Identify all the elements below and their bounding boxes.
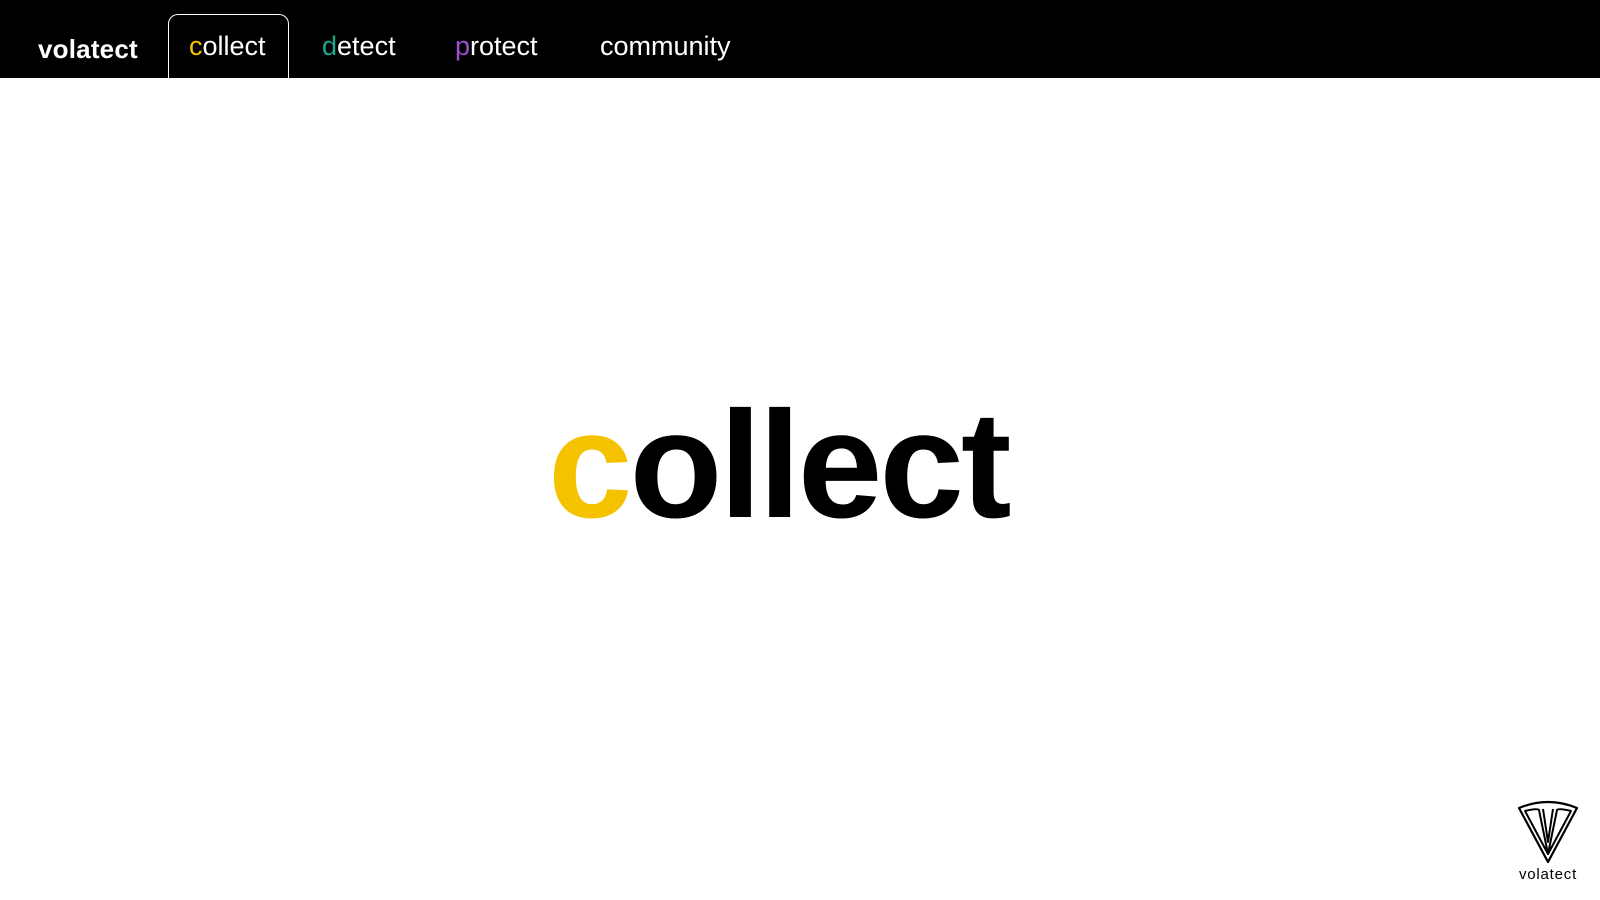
brand-logo-text[interactable]: volatect <box>38 34 138 65</box>
shield-icon <box>1517 800 1579 864</box>
tab-collect-label: ollect <box>202 31 266 61</box>
tab-detect-label: etect <box>337 31 396 61</box>
footer-logo-text: volatect <box>1518 866 1578 883</box>
tab-protect[interactable]: protect <box>455 14 538 78</box>
tab-collect-initial: c <box>189 31 203 61</box>
tab-detect-initial: d <box>322 31 338 61</box>
tab-collect[interactable]: collect <box>168 14 289 78</box>
tab-detect[interactable]: detect <box>322 14 396 78</box>
tab-protect-label: rotect <box>470 31 538 61</box>
tab-community[interactable]: community <box>600 14 731 78</box>
top-nav-bar: volatect collect detect protect communit… <box>0 0 1600 78</box>
hero-title: collect <box>548 389 1012 541</box>
footer-logo: volatect <box>1508 800 1588 890</box>
tab-protect-initial: p <box>455 31 471 61</box>
hero-title-rest: ollect <box>629 380 1012 550</box>
tab-community-label: community <box>600 31 731 61</box>
hero-title-initial: c <box>548 380 633 550</box>
